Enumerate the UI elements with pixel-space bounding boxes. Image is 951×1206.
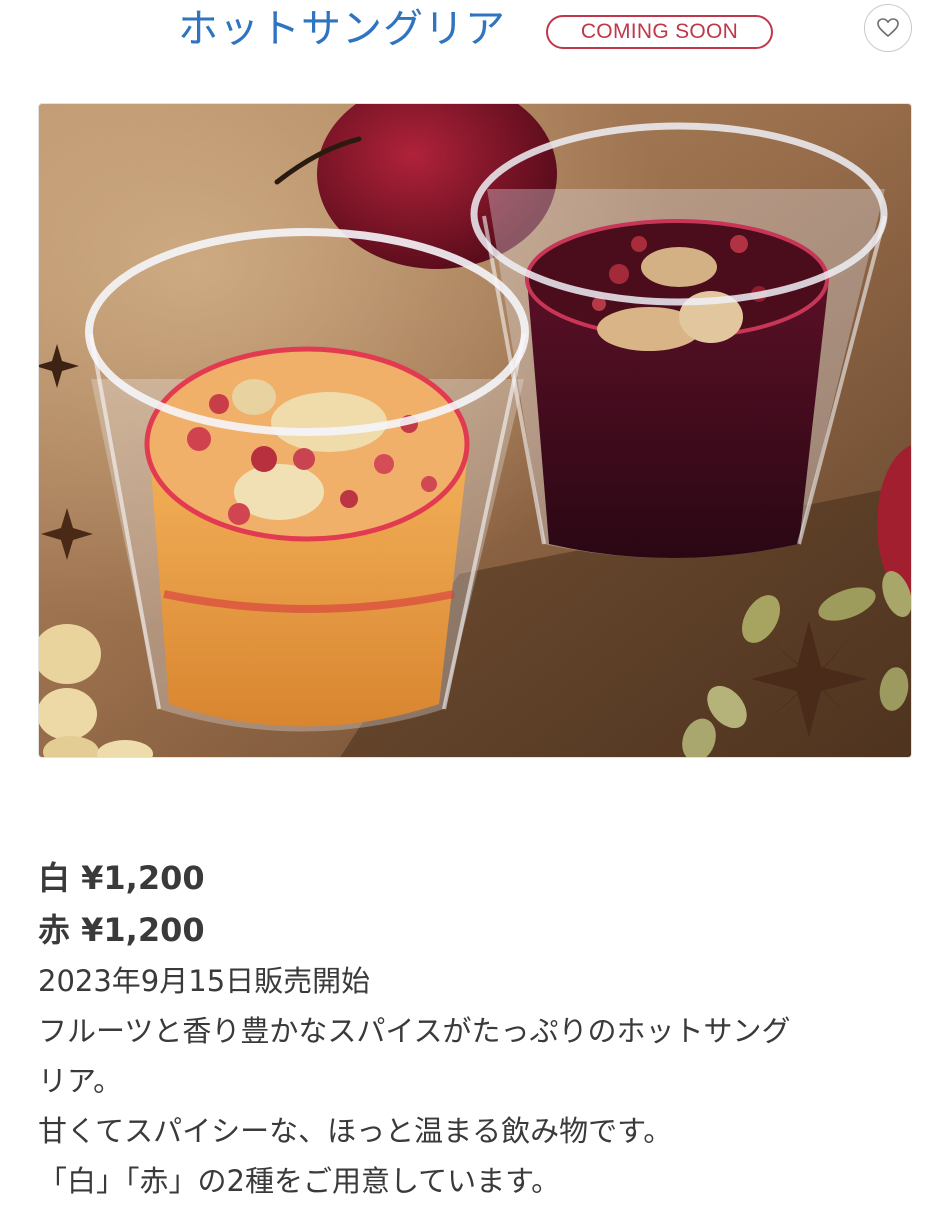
- description-line-1: フルーツと香り豊かなスパイスがたっぷりのホットサング: [38, 1014, 791, 1048]
- release-date: 2023年9月15日販売開始: [38, 964, 371, 998]
- description-line-2: リア。: [38, 1064, 123, 1098]
- page-header: ホットサングリア COMING SOON: [0, 0, 951, 70]
- heart-icon: [877, 18, 899, 37]
- coming-soon-badge: COMING SOON: [546, 15, 773, 49]
- price-red: 赤 ¥1,200: [38, 911, 205, 949]
- product-photo-illustration: [39, 104, 911, 757]
- description-line-3: 甘くてスパイシーな、ほっと温まる飲み物です。: [38, 1114, 673, 1148]
- description-line-4: 「白」「赤」の2種をご用意しています。: [38, 1164, 561, 1198]
- price-white: 白 ¥1,200: [38, 859, 205, 897]
- product-photo: [38, 103, 912, 758]
- favorite-button[interactable]: [864, 4, 912, 52]
- page-title: ホットサングリア: [178, 6, 506, 52]
- product-info: 白 ¥1,200 赤 ¥1,200 2023年9月15日販売開始 フルーツと香り…: [38, 852, 918, 1206]
